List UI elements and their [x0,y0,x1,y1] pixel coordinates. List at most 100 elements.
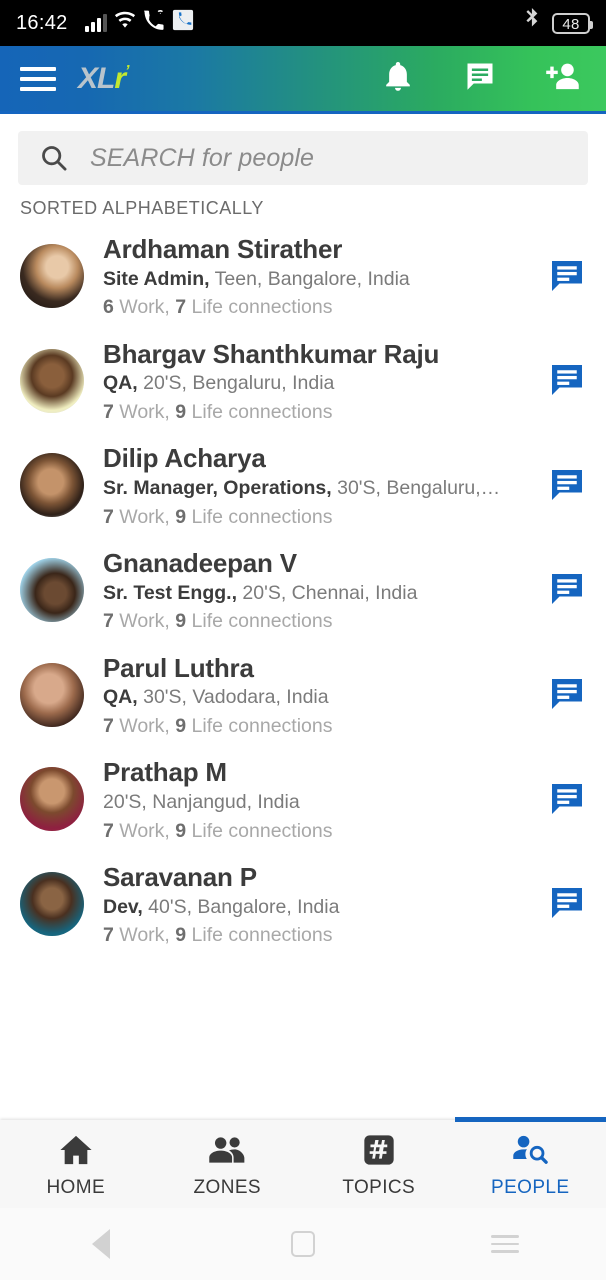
list-item[interactable]: Gnanadeepan V Sr. Test Engg., 20'S, Chen… [0,539,606,644]
chat-bubble-icon [465,61,495,96]
person-connections: 7 Work, 9 Life connections [103,922,544,949]
person-location: 20'S, Nanjangud, India [103,790,300,813]
app-bar-actions [380,61,580,97]
nav-label-topics: TOPICS [342,1176,416,1198]
life-count: 9 [175,401,187,424]
life-label: Life connections [191,401,333,424]
list-item[interactable]: Saravanan P Dev, 40'S, Bangalore, India … [0,853,606,958]
status-bar-right: 48 [524,8,593,38]
life-label: Life connections [191,296,333,319]
notifications-button[interactable] [380,61,416,97]
work-count: 7 [103,401,114,424]
work-label: Work, [119,924,170,947]
life-label: Life connections [191,610,333,633]
person-meta: Dev, 40'S, Bangalore, India [103,894,544,922]
person-info: Gnanadeepan V Sr. Test Engg., 20'S, Chen… [84,547,544,636]
person-role: Sr. Test Engg., [103,581,237,604]
person-meta: Site Admin, Teen, Bangalore, India [103,266,544,294]
person-name: Dilip Acharya [103,443,266,474]
logo-primary-text: XL [78,61,115,95]
chat-button[interactable] [544,883,590,929]
android-home-button[interactable] [202,1231,404,1257]
work-count: 7 [103,505,114,528]
android-navigation-bar [0,1208,606,1280]
avatar [20,244,84,308]
work-label: Work, [119,714,170,737]
list-item[interactable]: Bhargav Shanthkumar Raju QA, 20'S, Benga… [0,330,606,435]
list-item[interactable]: Dilip Acharya Sr. Manager, Operations, 3… [0,434,606,539]
nav-item-people[interactable]: PEOPLE [454,1117,606,1208]
home-icon [59,1134,93,1171]
android-back-button[interactable] [0,1229,202,1259]
chat-button[interactable] [544,569,590,615]
person-meta: QA, 20'S, Bengaluru, India [103,370,544,398]
work-label: Work, [119,401,170,424]
app-bar: XLr’ [0,46,606,114]
back-triangle-icon [92,1229,110,1259]
android-recents-button[interactable] [404,1235,606,1253]
person-role: Site Admin, [103,267,210,290]
person-add-icon [545,61,579,96]
work-count: 7 [103,924,114,947]
search-input[interactable]: SEARCH for people [18,131,588,185]
app-logo: XLr’ [78,61,130,95]
person-role: QA, [103,686,138,709]
search-icon [40,144,68,172]
logo-dot: ’ [125,62,130,80]
person-location: Teen, Bangalore, India [214,267,410,290]
list-item[interactable]: Prathap M 20'S, Nanjangud, India 7 Work,… [0,748,606,853]
person-location: 20'S, Chennai, India [242,581,418,604]
phone-badge-icon [172,9,194,37]
hamburger-menu-icon[interactable] [16,64,60,94]
people-list: Ardhaman Stirather Site Admin, Teen, Ban… [0,225,606,958]
person-role: Dev, [103,895,143,918]
person-meta: Sr. Test Engg., 20'S, Chennai, India [103,580,544,608]
life-count: 7 [175,296,187,319]
hashtag-icon [363,1134,395,1171]
chat-bubble-icon [549,571,585,612]
chat-bubble-icon [549,362,585,403]
chat-button[interactable] [544,674,590,720]
person-meta: QA, 30'S, Vadodara, India [103,684,544,712]
work-label: Work, [119,610,170,633]
status-bar: 16:42 48 [0,0,606,46]
person-connections: 7 Work, 9 Life connections [103,504,544,531]
person-info: Bhargav Shanthkumar Raju QA, 20'S, Benga… [84,338,544,427]
person-info: Ardhaman Stirather Site Admin, Teen, Ban… [84,233,544,322]
nav-item-topics[interactable]: TOPICS [303,1120,455,1208]
life-label: Life connections [191,819,333,842]
person-info: Prathap M 20'S, Nanjangud, India 7 Work,… [84,756,544,845]
chat-button[interactable] [544,255,590,301]
search-section: SEARCH for people [0,114,606,185]
chat-bubble-icon [549,467,585,508]
chat-button[interactable] [544,360,590,406]
chat-button[interactable] [544,464,590,510]
nav-item-home[interactable]: HOME [0,1120,152,1208]
person-info: Saravanan P Dev, 40'S, Bangalore, India … [84,861,544,950]
avatar [20,871,84,936]
chat-button[interactable] [544,778,590,824]
logo-accent-text: r [114,61,126,95]
list-item[interactable]: Parul Luthra QA, 30'S, Vadodara, India 7… [0,644,606,749]
list-item[interactable]: Ardhaman Stirather Site Admin, Teen, Ban… [0,225,606,330]
wifi-icon [114,11,136,35]
person-name: Saravanan P [103,861,257,892]
life-count: 9 [175,505,187,528]
work-count: 6 [103,296,114,319]
work-count: 7 [103,714,114,737]
chat-bubble-icon [549,676,585,717]
status-bar-left: 16:42 [16,9,194,37]
avatar [20,348,84,413]
messages-button[interactable] [462,61,498,97]
work-label: Work, [119,505,170,528]
life-label: Life connections [191,924,333,947]
person-name: Ardhaman Stirather [103,234,343,264]
nav-item-zones[interactable]: ZONES [152,1120,304,1208]
chat-bubble-icon [549,781,585,822]
add-person-button[interactable] [544,61,580,97]
avatar [20,453,84,518]
person-connections: 6 Work, 7 Life connections [103,294,544,321]
battery-icon: 48 [552,12,593,34]
person-name: Prathap M [103,757,227,788]
life-count: 9 [175,819,187,842]
